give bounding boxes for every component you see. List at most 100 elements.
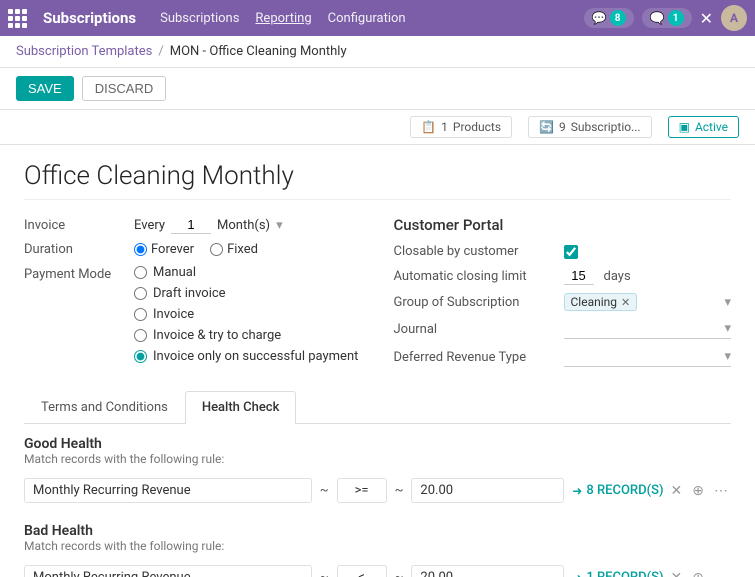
invoice-label: Invoice [24, 218, 134, 233]
payment-invoice-radio[interactable] [134, 308, 147, 321]
page-title: Office Cleaning Monthly [24, 161, 731, 200]
tab-terms[interactable]: Terms and Conditions [24, 391, 185, 423]
invoice-every-text: Every [134, 218, 165, 233]
save-button[interactable]: SAVE [16, 76, 74, 101]
duration-fixed-radio[interactable] [210, 243, 223, 256]
duration-forever-label: Forever [151, 242, 194, 257]
duration-fixed-option[interactable]: Fixed [210, 242, 258, 257]
action-bar: SAVE DISCARD [0, 68, 755, 110]
breadcrumb-current: MON - Office Cleaning Monthly [170, 44, 347, 59]
bad-health-operator[interactable]: < [337, 565, 387, 577]
invoice-number-input[interactable] [171, 216, 211, 234]
payment-invoice-label: Invoice [153, 307, 194, 322]
deferred-label: Deferred Revenue Type [394, 350, 564, 365]
bad-health-arrow-icon: ➜ [572, 571, 582, 577]
apps-menu[interactable] [8, 9, 27, 28]
bad-health-field[interactable]: Monthly Recurring Revenue [24, 565, 312, 577]
good-health-operator[interactable]: >= [337, 478, 387, 503]
group-chevron[interactable]: ▾ [724, 295, 731, 310]
invoice-row: Invoice Every Month(s) ▾ [24, 216, 362, 234]
good-health-section: Good Health Match records with the follo… [24, 436, 731, 507]
bad-health-subtitle: Match records with the following rule: [24, 539, 731, 553]
discuss-icon: 🗨️ [650, 11, 665, 25]
duration-forever-radio[interactable] [134, 243, 147, 256]
invoice-period: Month(s) [217, 218, 270, 233]
form-left: Invoice Every Month(s) ▾ Duration Foreve… [24, 216, 362, 375]
payment-mode-row: Payment Mode Manual Draft invoice Invoic… [24, 265, 362, 364]
good-health-more-btn[interactable]: ⋯ [711, 481, 731, 500]
closable-field: Closable by customer [394, 244, 732, 259]
active-icon: ▣ [679, 120, 690, 134]
invoice-period-chevron[interactable]: ▾ [276, 218, 283, 233]
subscriptions-count: 9 [559, 120, 566, 134]
chat-badge[interactable]: 💬 8 [584, 8, 634, 28]
group-tag-remove[interactable]: ✕ [621, 296, 630, 309]
payment-invoice-option[interactable]: Invoice [134, 307, 358, 322]
good-health-add-btn[interactable]: ⊕ [689, 481, 707, 500]
good-health-arrow-icon: ➜ [572, 484, 582, 498]
journal-label: Journal [394, 322, 564, 337]
duration-label: Duration [24, 242, 134, 257]
breadcrumb-parent[interactable]: Subscription Templates [16, 44, 152, 59]
good-health-tilde: ~ [320, 483, 329, 498]
subscriptions-label: Subscriptio... [571, 120, 641, 134]
breadcrumb: Subscription Templates / MON - Office Cl… [0, 36, 755, 68]
apps-grid-icon [8, 9, 27, 28]
bad-health-value[interactable]: 20.00 [411, 565, 564, 577]
close-icon[interactable]: ✕ [700, 9, 713, 28]
app-title: Subscriptions [43, 9, 136, 27]
duration-forever-option[interactable]: Forever [134, 242, 194, 257]
good-health-rule: Monthly Recurring Revenue ~ >= ~ 20.00 ➜… [24, 474, 731, 507]
nav-configuration[interactable]: Configuration [328, 11, 406, 26]
nav-subscriptions[interactable]: Subscriptions [160, 11, 239, 26]
discard-button[interactable]: DISCARD [82, 76, 167, 101]
group-tag: Cleaning ✕ [564, 293, 638, 311]
good-health-remove-btn[interactable]: ✕ [668, 481, 686, 500]
days-label: days [604, 269, 631, 284]
tab-health[interactable]: Health Check [185, 391, 297, 424]
stat-subscriptions[interactable]: 🔄 9 Subscriptio... [528, 116, 652, 138]
group-tag-label: Cleaning [571, 295, 618, 309]
topnav-right: 💬 8 🗨️ 1 ✕ A [584, 5, 747, 31]
good-health-value[interactable]: 20.00 [411, 478, 564, 503]
payment-manual-option[interactable]: Manual [134, 265, 358, 280]
closable-checkbox[interactable] [564, 245, 578, 259]
payment-manual-radio[interactable] [134, 266, 147, 279]
journal-value[interactable]: ▾ [564, 319, 732, 339]
stats-bar: 📋 1 Products 🔄 9 Subscriptio... ▣ Active [0, 110, 755, 145]
payment-invoice-try-option[interactable]: Invoice & try to charge [134, 328, 358, 343]
subscriptions-icon: 🔄 [539, 120, 554, 134]
stat-active[interactable]: ▣ Active [668, 116, 739, 138]
group-value: Cleaning ✕ ▾ [564, 293, 732, 311]
deferred-chevron[interactable]: ▾ [724, 349, 731, 364]
payment-draft-option[interactable]: Draft invoice [134, 286, 358, 301]
good-health-records-link[interactable]: 8 RECORD(S) [586, 483, 663, 498]
stat-products[interactable]: 📋 1 Products [410, 116, 512, 138]
group-label: Group of Subscription [394, 295, 564, 310]
main-content: Office Cleaning Monthly Invoice Every Mo… [0, 145, 755, 577]
good-health-tilde2: ~ [395, 483, 404, 498]
chat-count: 8 [610, 10, 626, 26]
auto-close-input[interactable] [564, 267, 594, 285]
chat-icon: 💬 [592, 11, 607, 25]
good-health-field[interactable]: Monthly Recurring Revenue [24, 478, 312, 503]
auto-close-label: Automatic closing limit [394, 269, 564, 284]
journal-field: Journal ▾ [394, 319, 732, 339]
payment-invoice-try-radio[interactable] [134, 329, 147, 342]
auto-close-value: days [564, 267, 732, 285]
deferred-value[interactable]: ▾ [564, 347, 732, 367]
group-field: Group of Subscription Cleaning ✕ ▾ [394, 293, 732, 311]
products-count: 1 [441, 120, 448, 134]
duration-fixed-label: Fixed [227, 242, 258, 257]
invoice-value: Every Month(s) ▾ [134, 216, 362, 234]
journal-chevron[interactable]: ▾ [724, 321, 731, 336]
payment-invoice-success-radio[interactable] [134, 350, 147, 363]
avatar[interactable]: A [721, 5, 747, 31]
duration-row: Duration Forever Fixed [24, 242, 362, 257]
discuss-badge[interactable]: 🗨️ 1 [642, 8, 692, 28]
payment-invoice-success-option[interactable]: Invoice only on successful payment [134, 349, 358, 364]
good-health-actions: ➜ 8 RECORD(S) ✕ ⊕ ⋯ [572, 481, 731, 500]
nav-reporting[interactable]: Reporting [255, 11, 311, 26]
payment-draft-radio[interactable] [134, 287, 147, 300]
portal-title: Customer Portal [394, 216, 732, 234]
